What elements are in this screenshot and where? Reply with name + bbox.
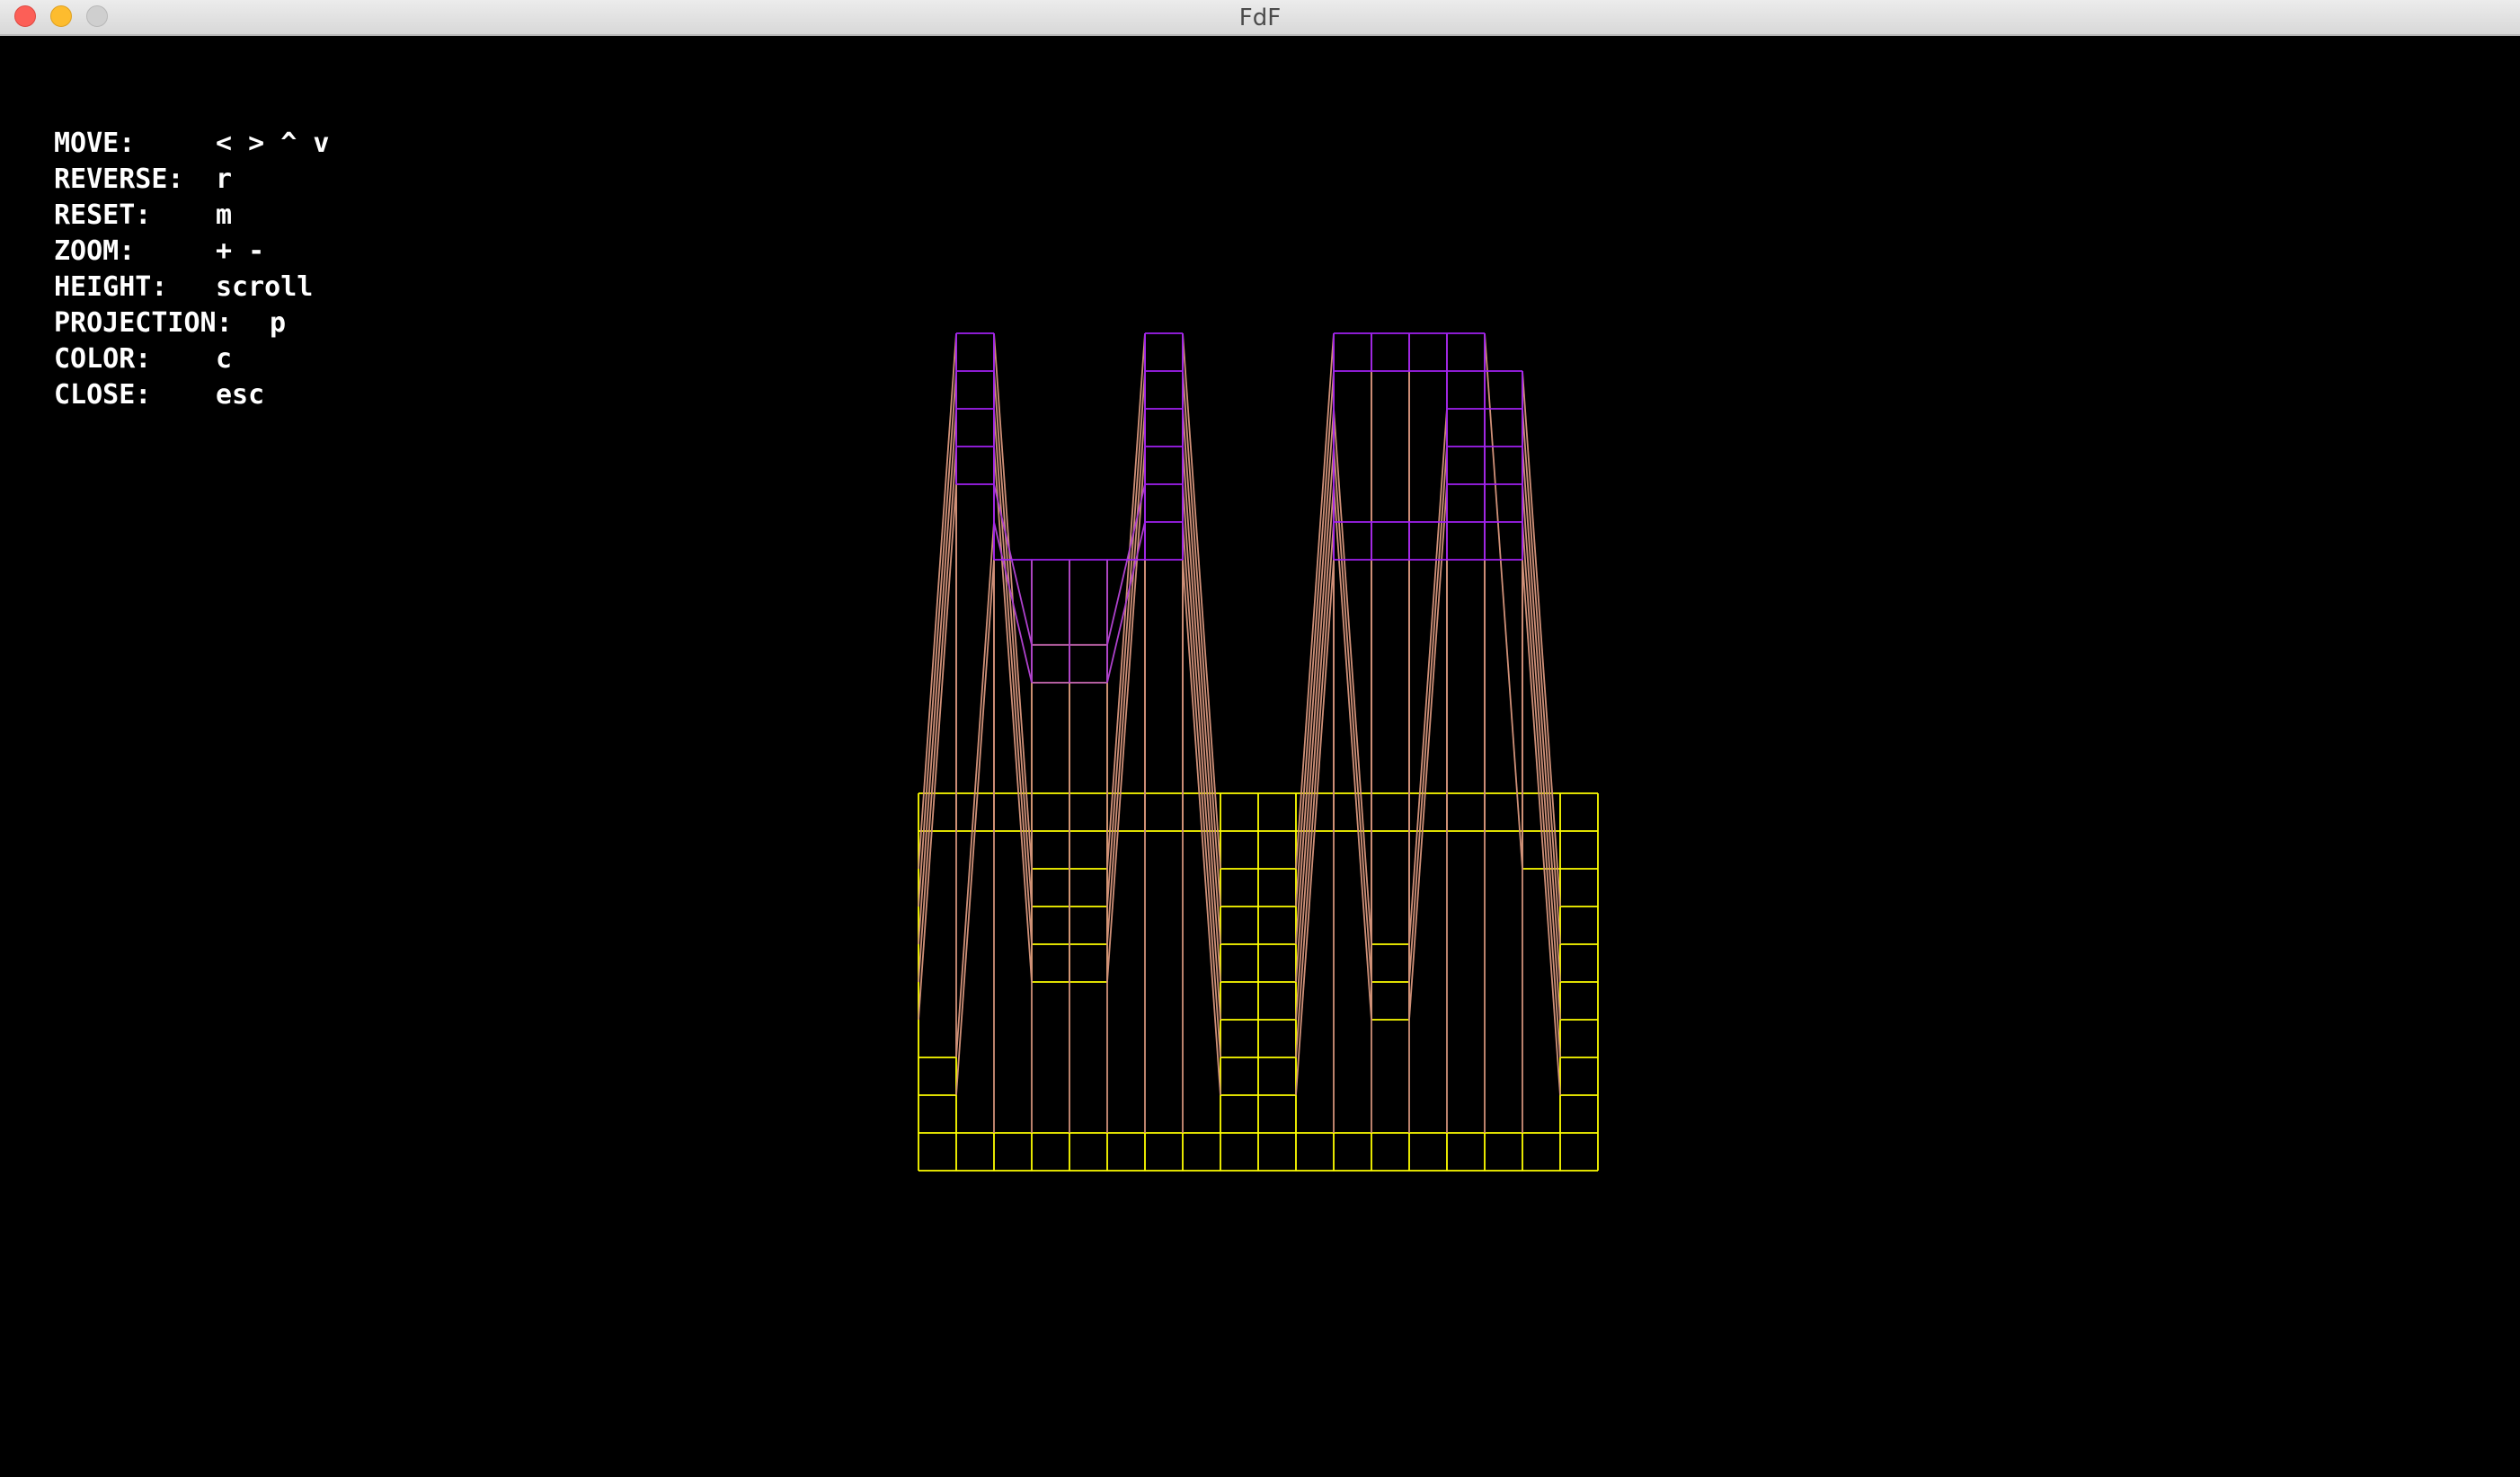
wireframe-edge	[918, 446, 957, 983]
wireframe-edge	[993, 521, 1033, 684]
wireframe-edge	[993, 446, 1033, 983]
wireframe-edge	[1182, 446, 1221, 983]
wireframe-edge	[1522, 483, 1561, 1021]
wireframe-edge	[1333, 408, 1372, 945]
wireframe-edge	[1408, 446, 1448, 983]
wireframe-edge	[1522, 446, 1561, 983]
wireframe-edge	[1295, 408, 1335, 945]
wireframe-edge	[955, 521, 995, 1058]
wireframe-edge	[955, 559, 995, 1096]
wireframe-edge	[918, 483, 957, 1021]
title-bar[interactable]: FdF	[0, 0, 2520, 36]
wireframe-edge	[1295, 446, 1335, 983]
wireframe-edge	[918, 408, 957, 945]
app-window: FdF MOVE: < > ^ v REVERSE: r RESET: m ZO…	[0, 0, 2520, 1477]
wireframe-edge	[1522, 521, 1561, 1058]
wireframe-render	[918, 332, 1599, 1172]
wireframe-edge	[1106, 521, 1146, 684]
wireframe-edge	[993, 408, 1033, 945]
window-title: FdF	[1238, 4, 1282, 31]
wireframe-edge	[918, 370, 957, 907]
wireframe-edge	[1182, 483, 1221, 1021]
wireframe-edge	[1106, 408, 1146, 945]
wireframe-edge	[1106, 446, 1146, 983]
wireframe-edge	[1106, 483, 1146, 646]
wireframe-edge	[1295, 483, 1335, 1021]
wireframe-edge	[1408, 408, 1448, 945]
wireframe-edge	[993, 370, 1033, 907]
wireframe-edge	[1182, 408, 1221, 945]
wireframe-edge	[1408, 483, 1448, 1021]
wireframe-edge	[993, 483, 1033, 646]
wireframe-edge	[1522, 408, 1561, 945]
wireframe-edge	[1333, 446, 1372, 983]
wireframe-edge	[1106, 370, 1146, 907]
wireframe-edge	[918, 332, 957, 870]
wireframe-edge	[1333, 483, 1372, 1021]
wireframe-edge	[1484, 332, 1523, 870]
